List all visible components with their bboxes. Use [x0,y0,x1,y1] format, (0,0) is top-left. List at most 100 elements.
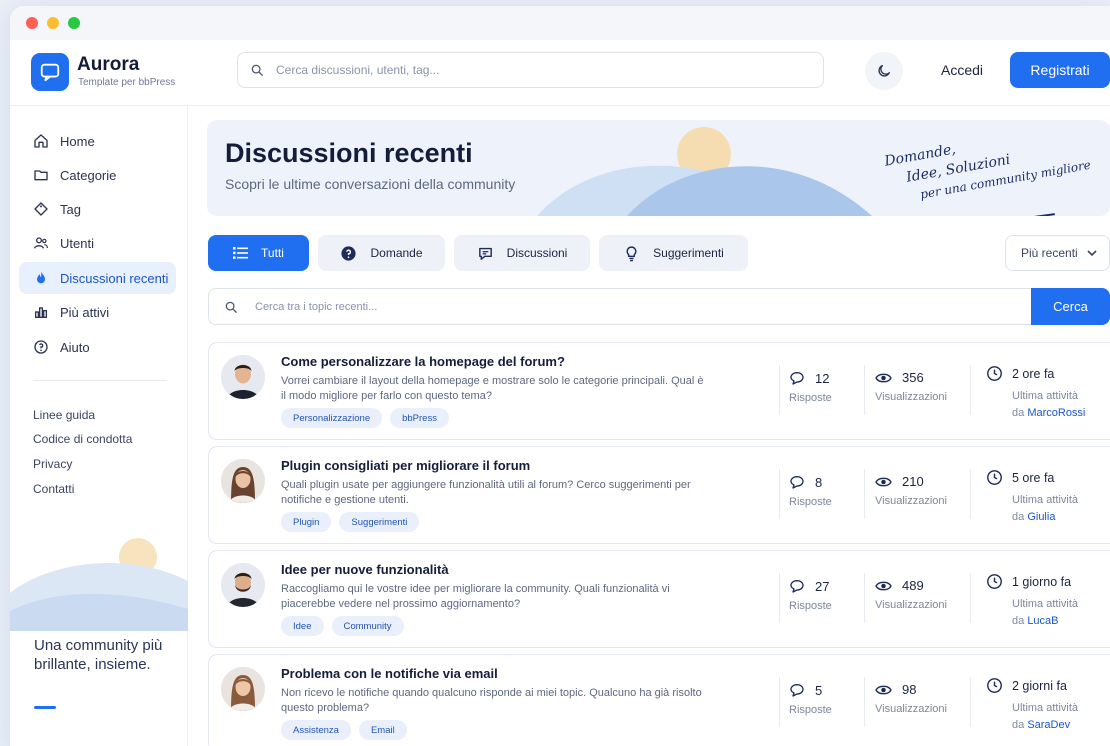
replies-stat: 12 Risposte [789,370,879,405]
logo-icon[interactable] [31,53,69,91]
replies-stat: 27 Risposte [789,578,879,613]
sidebar-divider [33,380,167,381]
sidebar-item-piu-attivi[interactable]: Più attivi [19,296,176,328]
link-contatti[interactable]: Contatti [33,482,74,496]
minimize-window-button[interactable] [47,17,59,29]
topic-title[interactable]: Plugin consigliati per migliorare il for… [281,458,530,473]
activity-time: 1 giorno fa [1012,574,1072,589]
activity-time: 2 ore fa [1012,366,1055,381]
eye-icon [875,477,892,486]
login-link[interactable]: Accedi [941,62,983,78]
comment-icon [790,476,804,489]
sidebar-item-tag[interactable]: Tag [19,193,176,225]
view-count: 356 [902,370,924,385]
activity-time: 2 giorni fa [1012,678,1067,693]
sidebar-item-home[interactable]: Home [19,125,176,157]
page-title: Discussioni recenti [225,138,473,168]
avatar[interactable] [221,459,265,503]
avatar[interactable] [221,563,265,607]
link-linee-guida[interactable]: Linee guida [33,408,95,422]
activity-label: Ultima attività [1012,390,1079,402]
eye-icon [875,373,892,382]
views-label: Visualizzazioni [875,599,947,611]
brand-name[interactable]: Aurora [77,54,139,76]
topic-title[interactable]: Problema con le notifiche via email [281,666,498,681]
clock-icon [987,678,1002,693]
topic-row[interactable]: Plugin consigliati per migliorare il for… [208,446,1110,544]
script-underline [1013,213,1055,216]
topic-excerpt: Raccogliamo qui le vostre idee per migli… [281,583,670,610]
hero-illustration [537,127,872,216]
sidebar-item-aiuto[interactable]: Aiuto [19,331,176,363]
sidebar-item-discussioni-recenti[interactable]: Discussioni recenti [19,262,176,294]
clock-icon [987,574,1002,589]
activity-user-link[interactable]: Giulia [1027,511,1055,523]
sort-selected-value: Più recenti [1021,246,1078,260]
topic-tag[interactable]: Community [331,616,404,636]
by-label: da [1012,615,1025,627]
reply-count: 5 [815,682,823,698]
reply-count: 12 [815,370,830,386]
tag-icon [34,202,48,216]
register-button[interactable]: Registrati [1010,52,1110,88]
topic-search-input[interactable]: Cerca tra i topic recenti... [208,288,1033,325]
activity-label: Ultima attività [1012,598,1079,610]
topic-row[interactable]: Come personalizzare la homepage del foru… [208,342,1110,440]
maximize-window-button[interactable] [68,17,80,29]
slogan-underline [34,706,56,709]
close-window-button[interactable] [26,17,38,29]
app-window: Aurora Template per bbPress Cerca discus… [10,6,1110,746]
sidebar-item-label: Categorie [60,167,117,183]
theme-toggle-button[interactable] [865,52,903,90]
replies-stat: 8 Risposte [789,474,879,509]
topic-tag[interactable]: Personalizzazione [281,408,383,428]
topic-row[interactable]: Problema con le notifiche via email Non … [208,654,1110,746]
search-icon [251,64,263,76]
replies-label: Risposte [789,496,832,508]
views-label: Visualizzazioni [875,495,947,507]
sidebar-item-categorie[interactable]: Categorie [19,159,176,191]
topic-excerpt: Non ricevo le notifiche quando qualcuno … [281,687,702,714]
home-icon [34,134,48,148]
filter-label: Tutti [261,246,284,260]
hero-banner: Discussioni recenti Scopri le ultime con… [207,120,1110,216]
topic-tag[interactable]: Email [358,720,407,740]
topic-tag[interactable]: Plugin [281,512,332,532]
activity-label: Ultima attività [1012,494,1079,506]
filter-suggerimenti[interactable]: Suggerimenti [599,235,748,271]
topic-tag[interactable]: Suggerimenti [339,512,420,532]
sidebar-item-utenti[interactable]: Utenti [19,227,176,259]
link-codice-condotta[interactable]: Codice di condotta [33,432,132,446]
sidebar-illustration [10,538,188,631]
comment-icon [790,372,804,385]
search-icon [225,301,237,313]
filter-discussioni[interactable]: Discussioni [454,235,590,271]
filter-tutti[interactable]: Tutti [208,235,309,271]
header-search-input[interactable]: Cerca discussioni, utenti, tag... [237,52,824,88]
activity-label: Ultima attività [1012,702,1079,714]
topic-row[interactable]: Idee per nuove funzionalità Raccogliamo … [208,550,1110,648]
filter-domande[interactable]: Domande [318,235,445,271]
topic-title[interactable]: Come personalizzare la homepage del foru… [281,354,565,369]
avatar[interactable] [221,355,265,399]
activity-user-link[interactable]: SaraDev [1027,719,1070,731]
topic-title[interactable]: Idee per nuove funzionalità [281,562,449,577]
topic-tag[interactable]: Idee [281,616,324,636]
views-stat: 356 Visualizzazioni [875,370,975,403]
sidebar-item-label: Più attivi [60,304,110,320]
chat-icon [478,247,492,260]
topic-search-button[interactable]: Cerca [1031,288,1110,325]
topic-tag[interactable]: bbPress [390,408,449,428]
activity-user-link[interactable]: LucaB [1027,615,1058,627]
activity-user-link[interactable]: MarcoRossi [1027,407,1085,419]
top-header: Aurora Template per bbPress Cerca discus… [10,40,1110,106]
topic-tag[interactable]: Assistenza [281,720,351,740]
folder-icon [34,170,48,181]
sort-select[interactable]: Più recenti [1005,235,1110,271]
avatar[interactable] [221,667,265,711]
view-count: 489 [902,578,924,593]
link-privacy[interactable]: Privacy [33,457,72,471]
eye-icon [875,685,892,694]
flame-icon [37,271,45,284]
header-search-placeholder: Cerca discussioni, utenti, tag... [276,63,440,77]
